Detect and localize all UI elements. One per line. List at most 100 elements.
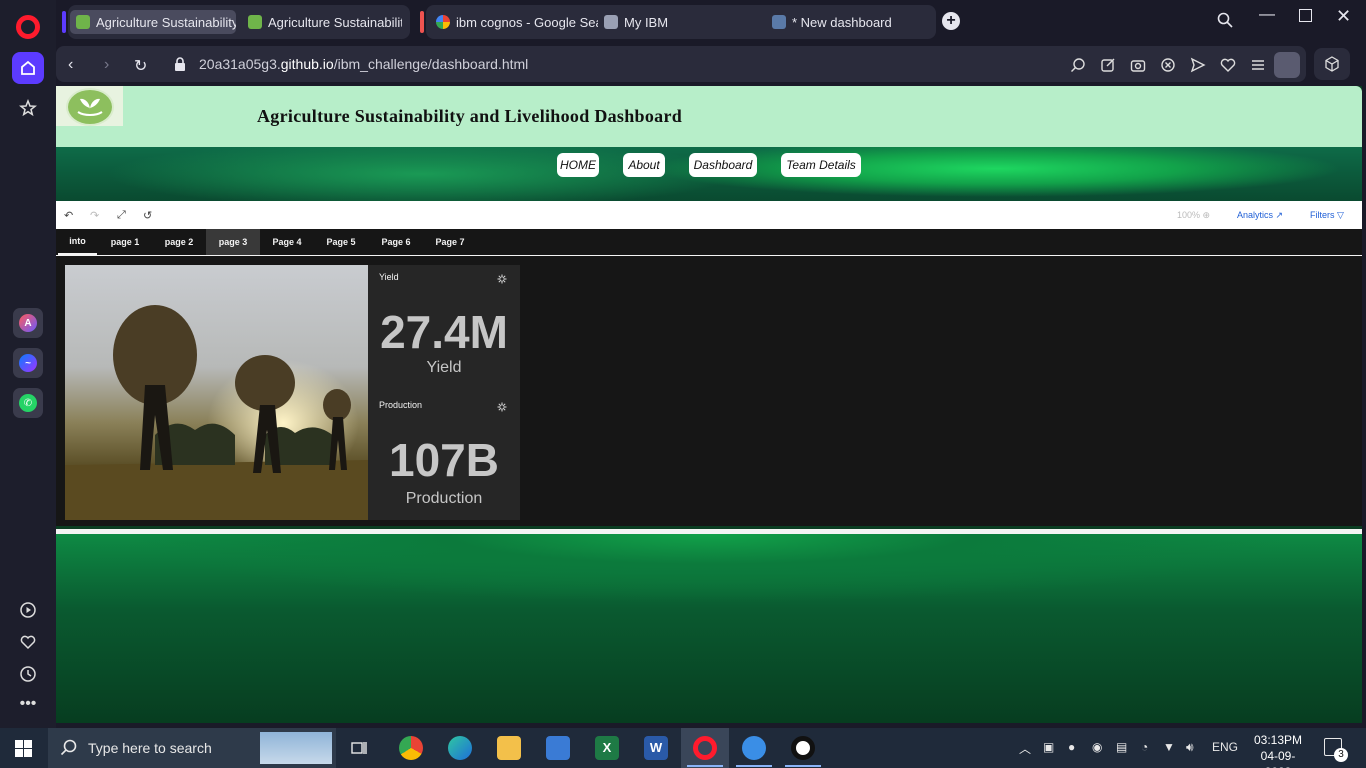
tab-page-6[interactable]: Page 6	[374, 229, 418, 255]
footer-band	[56, 534, 1362, 723]
filter-icon: ▽	[1337, 210, 1344, 220]
settings-gear-icon[interactable]	[497, 402, 507, 412]
lock-icon	[175, 57, 185, 71]
filters-button[interactable]: Filters ▽	[1310, 210, 1344, 221]
recorder-icon[interactable]	[791, 736, 815, 760]
adblock-icon[interactable]	[1160, 57, 1176, 73]
url-path: /ibm_challenge/dashboard.html	[333, 56, 529, 72]
forward-icon[interactable]: ›	[104, 56, 109, 74]
kpi-production-value: 107B	[389, 434, 499, 486]
settings-gear-icon[interactable]	[497, 274, 507, 284]
speed-dial-button[interactable]	[12, 92, 44, 124]
leaf-favicon-icon	[76, 15, 90, 29]
extensions-button[interactable]	[1314, 48, 1350, 80]
tab-group-2: ibm cognos - Google Sea My IBM * New das…	[426, 5, 936, 39]
clock[interactable]: 03:13PM 04-09-2023	[1250, 732, 1306, 768]
file-explorer-icon[interactable]	[497, 736, 521, 760]
home-button[interactable]	[12, 52, 44, 84]
tray-chevron-icon[interactable]: ︿	[1019, 740, 1031, 757]
edge-icon[interactable]	[448, 736, 472, 760]
tab-agriculture-1[interactable]: Agriculture Sustainability	[70, 10, 236, 34]
volume-icon[interactable]: 🔊︎	[1186, 740, 1194, 755]
tab-title: ibm cognos - Google Sea	[456, 14, 598, 30]
windows-start-icon[interactable]	[15, 740, 32, 757]
easy-setup-icon[interactable]	[1250, 57, 1266, 73]
nav-team-details[interactable]: Team Details	[781, 153, 861, 177]
whatsapp-button[interactable]: ✆	[13, 388, 43, 418]
kpi-panel: Yield 27.4M Yield Production 107B Produc…	[368, 265, 520, 520]
store-icon[interactable]	[546, 736, 570, 760]
tab-into[interactable]: into	[58, 229, 97, 255]
url-text[interactable]: 20a31a05g3.github.io/ibm_challenge/dashb…	[199, 56, 528, 72]
word-icon[interactable]: W	[644, 736, 668, 760]
address-bar-row: ‹ › ↻ 20a31a05g3.github.io/ibm_challenge…	[56, 44, 1366, 84]
app-icon[interactable]	[742, 736, 766, 760]
leaf-favicon-icon	[248, 15, 262, 29]
new-tab-plus-icon[interactable]: +	[942, 12, 960, 30]
reset-icon[interactable]: ↺	[143, 209, 152, 222]
tab-page-4[interactable]: Page 4	[265, 229, 309, 255]
battery-icon[interactable]: ▼	[1163, 740, 1175, 754]
whatsapp-icon: ✆	[19, 394, 37, 412]
close-window-icon[interactable]: ✕	[1336, 6, 1351, 27]
pinboards-button[interactable]	[12, 626, 44, 658]
cognos-favicon-icon	[772, 15, 786, 29]
tab-my-ibm[interactable]: My IBM	[598, 10, 760, 34]
back-icon[interactable]: ‹	[68, 56, 73, 74]
tab-page-5[interactable]: Page 5	[319, 229, 363, 255]
edit-icon[interactable]	[1100, 57, 1116, 73]
heart-icon[interactable]	[1220, 57, 1236, 73]
tab-page-1[interactable]: page 1	[103, 229, 147, 255]
language-indicator[interactable]: ENG	[1212, 740, 1238, 754]
fullscreen-icon[interactable]: ⤢	[117, 209, 126, 222]
cognos-toolbar: ↶ ↷ ⤢ ↺ 100% ⊕ Analytics ↗ Filters ▽	[56, 201, 1362, 229]
minimize-icon[interactable]: —	[1259, 6, 1275, 24]
more-icon[interactable]: •••	[12, 688, 44, 720]
tab-title: My IBM	[624, 14, 669, 30]
messenger-button[interactable]: ~	[13, 348, 43, 378]
nav-dashboard[interactable]: Dashboard	[689, 153, 757, 177]
taskbar: Type here to search X W ︿ ▣ ● ◉ ▤ ◔ ▼ 🔊︎…	[0, 728, 1366, 768]
tab-group-1: Agriculture Sustainability Agriculture S…	[68, 5, 410, 39]
reload-icon[interactable]: ↻	[134, 56, 147, 76]
restore-icon[interactable]	[1299, 9, 1312, 22]
tab-page-2[interactable]: page 2	[157, 229, 201, 255]
display-icon[interactable]: ▤	[1116, 740, 1127, 754]
meet-icon[interactable]: ▣	[1043, 740, 1054, 754]
tab-page-7[interactable]: Page 7	[428, 229, 472, 255]
clock-icon	[20, 666, 36, 682]
profile-avatar[interactable]	[1274, 52, 1300, 78]
nav-about[interactable]: About	[623, 153, 665, 177]
home-icon	[21, 60, 35, 75]
tab-page-3[interactable]: page 3	[206, 229, 260, 255]
tab-new-dashboard[interactable]: * New dashboard	[766, 10, 932, 34]
tab-agriculture-2[interactable]: Agriculture Sustainability	[242, 10, 402, 34]
cube-icon	[1325, 56, 1339, 72]
camera-icon[interactable]	[1130, 57, 1146, 73]
opera-icon[interactable]	[693, 736, 717, 760]
player-button[interactable]	[12, 594, 44, 626]
excel-icon[interactable]: X	[595, 736, 619, 760]
redo-icon[interactable]: ↷	[90, 209, 99, 222]
send-icon[interactable]	[1190, 57, 1206, 73]
undo-icon[interactable]: ↶	[64, 209, 73, 222]
nav-home[interactable]: HOME	[557, 153, 599, 177]
tray-app-icon[interactable]: ◉	[1092, 740, 1102, 754]
search-page-icon[interactable]	[1070, 57, 1086, 73]
search-highlight-image	[260, 732, 332, 764]
aria-button[interactable]: A	[13, 308, 43, 338]
tab-google-search[interactable]: ibm cognos - Google Sea	[430, 10, 598, 34]
address-bar[interactable]: ‹ › ↻ 20a31a05g3.github.io/ibm_challenge…	[56, 46, 1306, 82]
opera-logo-icon[interactable]	[16, 15, 40, 39]
chrome-icon[interactable]	[399, 736, 423, 760]
tab-search-icon[interactable]	[1217, 12, 1233, 28]
wifi-icon[interactable]: ◔	[1141, 740, 1148, 754]
history-button[interactable]	[12, 658, 44, 690]
google-favicon-icon	[436, 15, 450, 29]
microphone-icon[interactable]: ●	[1068, 740, 1075, 754]
taskbar-search[interactable]: Type here to search	[48, 728, 336, 768]
tab-title: Agriculture Sustainability	[268, 14, 402, 30]
analytics-button[interactable]: Analytics ↗	[1237, 210, 1283, 221]
tab-group-marker	[62, 11, 66, 33]
task-view-icon[interactable]	[350, 739, 368, 757]
